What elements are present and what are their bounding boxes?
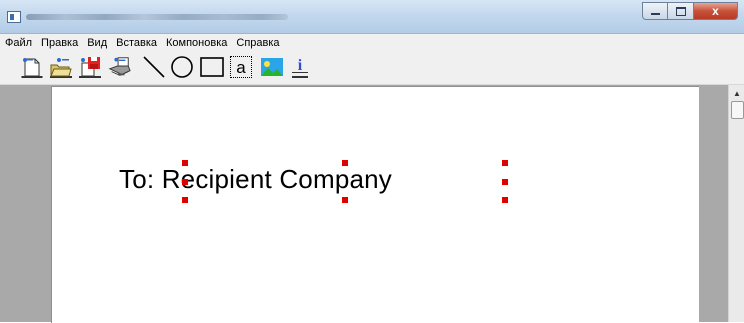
line-tool-button[interactable] — [142, 54, 166, 80]
new-button[interactable] — [20, 54, 44, 80]
open-folder-icon — [50, 58, 72, 78]
selection-handle-bottom-left[interactable] — [182, 197, 188, 203]
menu-bar: Файл Правка Вид Вставка Компоновка Справ… — [0, 34, 744, 52]
close-icon: x — [712, 4, 719, 18]
window-title — [26, 14, 288, 20]
minimize-button[interactable] — [642, 2, 668, 20]
maximize-icon — [675, 6, 686, 16]
menu-layout[interactable]: Компоновка — [161, 34, 231, 52]
save-button[interactable] — [78, 54, 102, 80]
image-tool-icon — [261, 58, 283, 76]
menu-edit[interactable]: Правка — [36, 34, 82, 52]
selection-handle-top-center[interactable] — [342, 160, 348, 166]
vertical-scrollbar[interactable]: ▲ — [728, 85, 744, 322]
app-icon — [7, 11, 21, 23]
text-tool-glyph: a — [236, 57, 246, 77]
print-button[interactable] — [107, 54, 131, 80]
save-disk-icon — [79, 57, 101, 78]
maximize-button[interactable] — [668, 2, 694, 20]
text-object[interactable]: To: Recipient Company — [119, 164, 392, 195]
scroll-thumb[interactable] — [731, 101, 744, 119]
new-document-icon — [21, 58, 43, 78]
selection-handle-top-left[interactable] — [182, 160, 188, 166]
menu-file[interactable]: Файл — [0, 34, 36, 52]
image-tool-button[interactable] — [260, 54, 284, 80]
toolbar: a i — [0, 52, 744, 85]
menu-help[interactable]: Справка — [231, 34, 283, 52]
scroll-up-icon: ▲ — [733, 88, 741, 98]
properties-icon: i — [292, 57, 308, 78]
document-page[interactable] — [51, 86, 699, 323]
properties-glyph: i — [298, 57, 303, 74]
line-tool-icon — [143, 56, 165, 78]
text-tool-icon: a — [230, 56, 252, 78]
open-button[interactable] — [49, 54, 73, 80]
rectangle-tool-button[interactable] — [200, 54, 224, 80]
properties-button[interactable]: i — [288, 54, 312, 80]
menu-insert[interactable]: Вставка — [111, 34, 161, 52]
selection-handle-top-right[interactable] — [502, 160, 508, 166]
text-tool-button[interactable]: a — [229, 54, 253, 80]
left-margin — [15, 85, 51, 322]
selection-handle-middle-right[interactable] — [502, 179, 508, 185]
selection-handle-middle-left[interactable] — [182, 179, 188, 185]
menu-view[interactable]: Вид — [82, 34, 111, 52]
selection-handle-bottom-right[interactable] — [502, 197, 508, 203]
close-button[interactable]: x — [694, 2, 738, 20]
title-bar[interactable]: x — [0, 0, 744, 34]
ellipse-tool-icon — [171, 56, 193, 78]
minimize-icon — [650, 12, 660, 15]
print-icon — [108, 57, 131, 76]
ellipse-tool-button[interactable] — [170, 54, 194, 80]
window-controls: x — [642, 2, 738, 20]
rectangle-tool-icon — [200, 57, 224, 77]
selection-handle-bottom-center[interactable] — [342, 197, 348, 203]
scroll-up-button[interactable]: ▲ — [729, 85, 744, 101]
